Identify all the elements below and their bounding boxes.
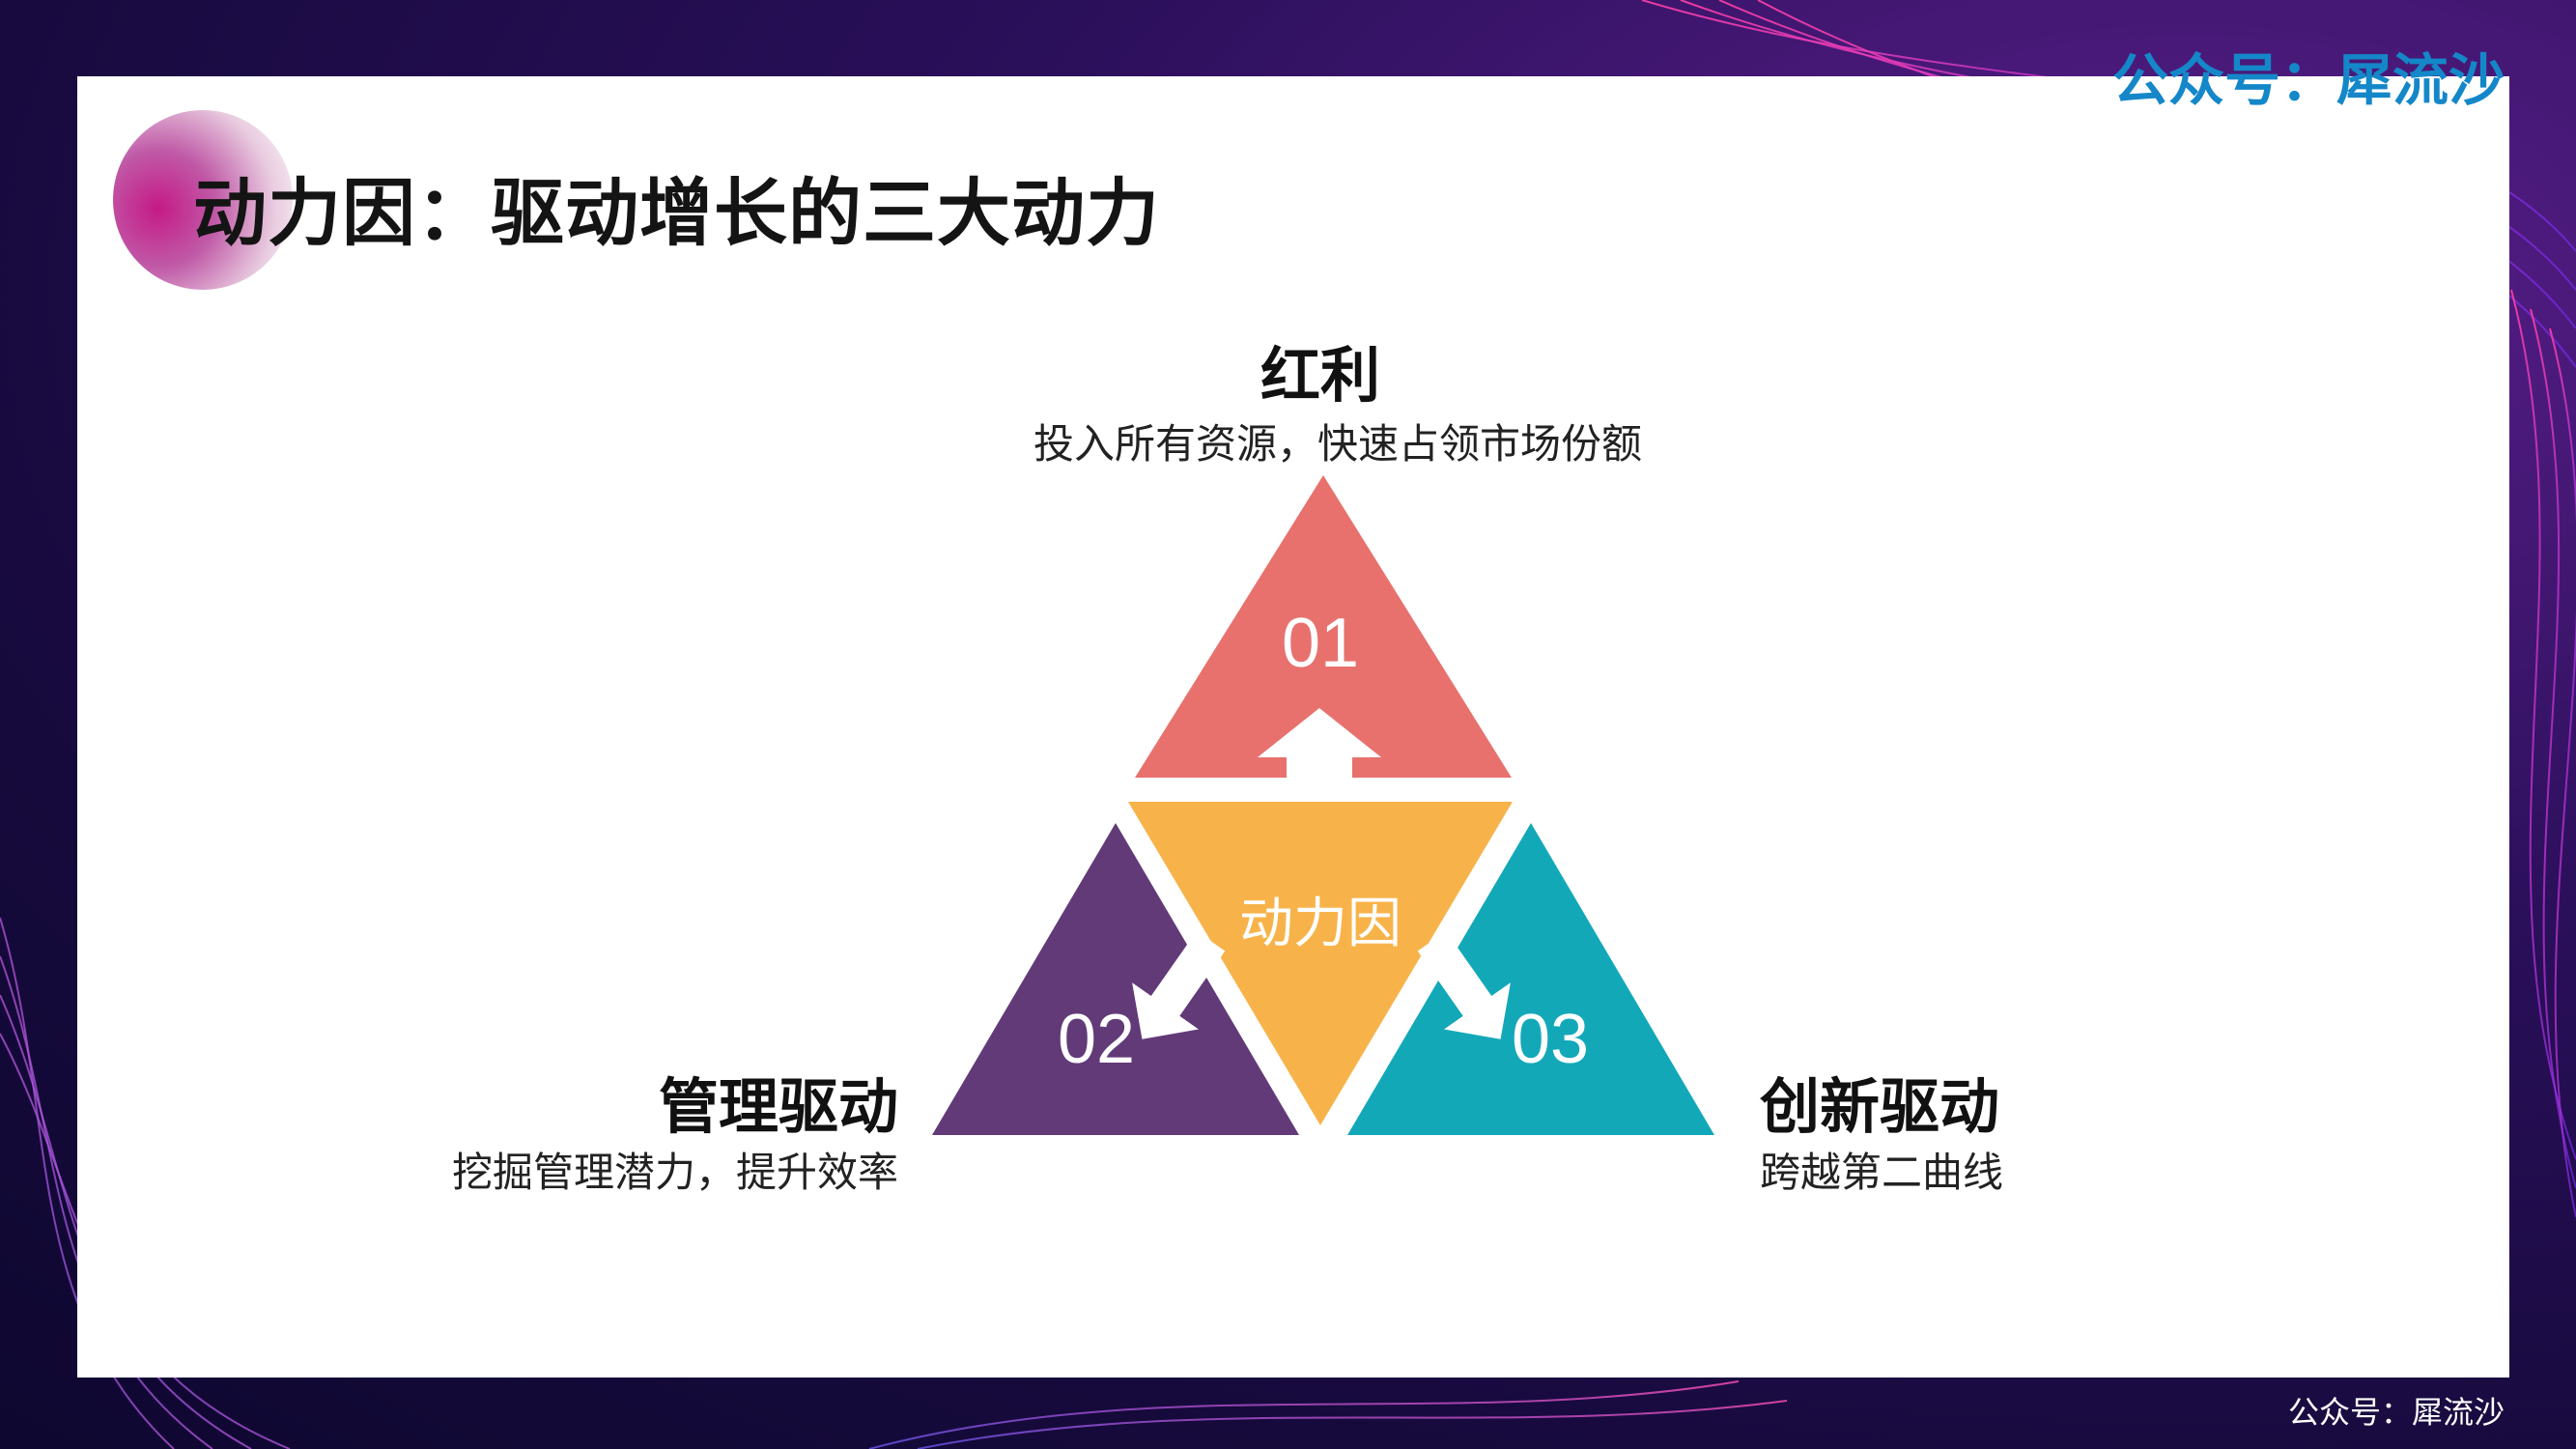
node-01-description: 投入所有资源，快速占领市场份额 <box>1033 420 1643 468</box>
triangle-diagram: 01 02 03 动力因 <box>932 475 1714 1135</box>
node-03-description: 跨越第二曲线 <box>1760 1149 2004 1196</box>
node-02-title: 管理驱动 <box>658 1071 898 1142</box>
node-01-number: 01 <box>1282 605 1359 682</box>
node-03-number: 03 <box>1512 1001 1589 1078</box>
node-02-number: 02 <box>1058 1001 1135 1078</box>
node-03-title: 创新驱动 <box>1760 1071 2000 1142</box>
node-01-title: 红利 <box>1260 340 1381 411</box>
node-02-description: 挖掘管理潜力，提升效率 <box>451 1149 898 1196</box>
center-label: 动力因 <box>1239 893 1401 955</box>
